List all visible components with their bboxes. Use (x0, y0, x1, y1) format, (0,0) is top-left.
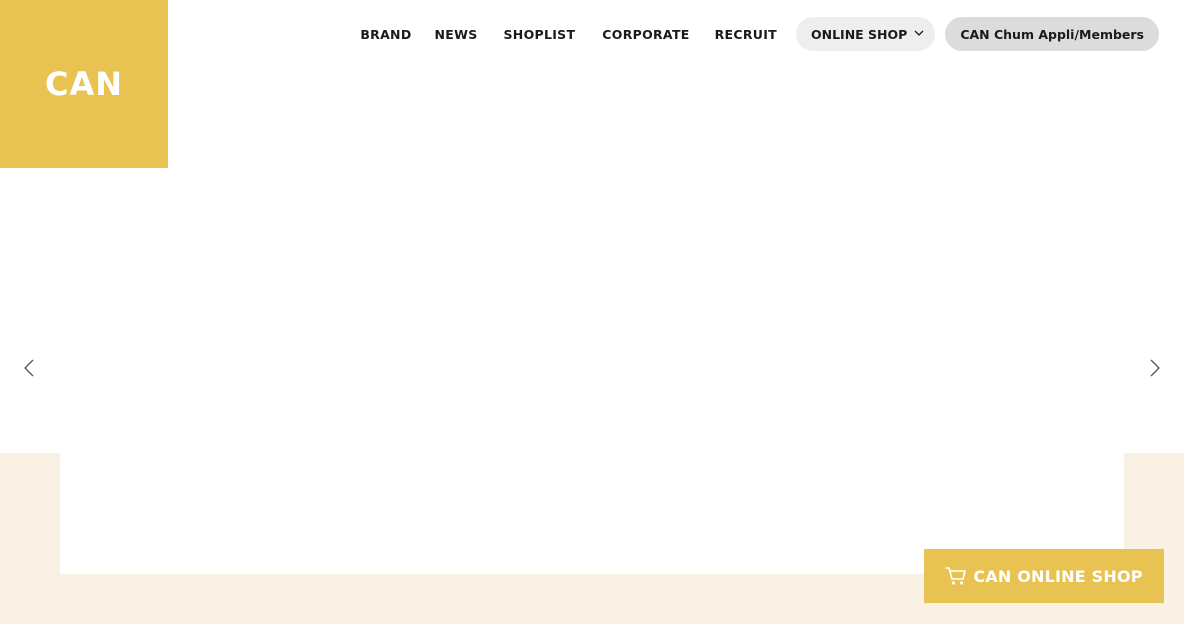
online-shop-dropdown[interactable]: ONLINE SHOP (796, 17, 936, 51)
nav-brand[interactable]: BRAND (360, 27, 411, 42)
chevron-left-icon (24, 359, 34, 377)
nav-shoplist[interactable]: SHOPLIST (504, 27, 576, 42)
cart-icon (945, 567, 967, 585)
members-label: CAN Chum Appli/Members (960, 26, 1144, 42)
nav-recruit[interactable]: RECRUIT (715, 27, 777, 42)
logo[interactable]: CAN (0, 0, 168, 168)
logo-text: CAN (44, 65, 124, 103)
online-shop-floating-button[interactable]: CAN ONLINE SHOP (924, 549, 1164, 603)
page: CAN BRAND NEWS SHOPLIST CORPORATE RECRUI… (0, 0, 1184, 624)
chevron-down-icon (914, 30, 924, 36)
main-nav: BRAND NEWS SHOPLIST CORPORATE RECRUIT ON… (360, 17, 1159, 51)
online-shop-floating-label: CAN ONLINE SHOP (973, 566, 1143, 586)
nav-news[interactable]: NEWS (435, 27, 478, 42)
online-shop-label: ONLINE SHOP (811, 26, 908, 42)
nav-corporate[interactable]: CORPORATE (602, 27, 689, 42)
chevron-right-icon (1150, 359, 1160, 377)
slider-prev-button[interactable] (19, 358, 39, 378)
members-button[interactable]: CAN Chum Appli/Members (945, 17, 1159, 51)
slider-next-button[interactable] (1145, 358, 1165, 378)
